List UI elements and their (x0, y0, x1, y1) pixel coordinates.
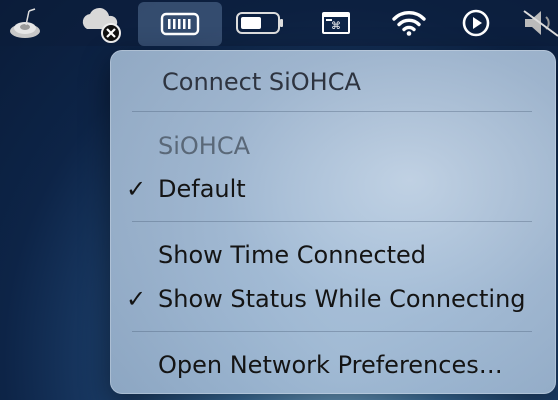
speaker-muted-icon (522, 8, 558, 38)
menu-item-default[interactable]: ✓ Default (110, 169, 556, 209)
menubar-item-cloud[interactable] (78, 0, 126, 46)
menu-item-show-time-label: Show Time Connected (158, 241, 426, 269)
battery-icon (234, 10, 286, 36)
menubar-item-play[interactable] (454, 0, 498, 46)
checkmark-icon: ✓ (126, 175, 147, 203)
menubar-item-wifi[interactable] (386, 0, 432, 46)
menu-item-open-prefs-label: Open Network Preferences… (158, 351, 503, 379)
menu-separator (132, 111, 532, 112)
menu-section-header: SiOHCA (110, 126, 556, 166)
checkmark-icon: ✓ (126, 285, 147, 313)
menubar-item-modem[interactable] (138, 2, 222, 46)
modem-dropdown-menu: Connect SiOHCA SiOHCA ✓ Default Show Tim… (110, 50, 556, 394)
menu-bar: ⌘ (0, 0, 558, 46)
menu-item-connect-label: Connect SiOHCA (162, 68, 361, 96)
menu-separator (132, 221, 532, 222)
menu-separator (132, 331, 532, 332)
keyboard-viewer-icon: ⌘ (320, 10, 352, 36)
play-circle-icon (461, 8, 491, 38)
menu-item-show-status[interactable]: ✓ Show Status While Connecting (110, 279, 556, 319)
menubar-item-volume[interactable] (522, 0, 558, 46)
menu-item-connect[interactable]: Connect SiOHCA (110, 62, 556, 102)
menu-item-default-label: Default (158, 175, 246, 203)
cloud-disconnected-icon (79, 3, 125, 43)
modem-icon (160, 11, 200, 37)
menu-item-show-time-connected[interactable]: Show Time Connected (110, 235, 556, 275)
menu-item-open-network-preferences[interactable]: Open Network Preferences… (110, 345, 556, 385)
menu-item-show-status-label: Show Status While Connecting (158, 285, 526, 313)
speaker-snooze-icon (7, 5, 43, 41)
svg-text:⌘: ⌘ (331, 21, 341, 32)
menubar-item-battery[interactable] (230, 0, 290, 46)
wifi-icon (391, 9, 427, 37)
menubar-item-audio[interactable] (4, 0, 46, 46)
menubar-item-keyboard[interactable]: ⌘ (316, 0, 356, 46)
menu-section-header-label: SiOHCA (158, 132, 251, 160)
